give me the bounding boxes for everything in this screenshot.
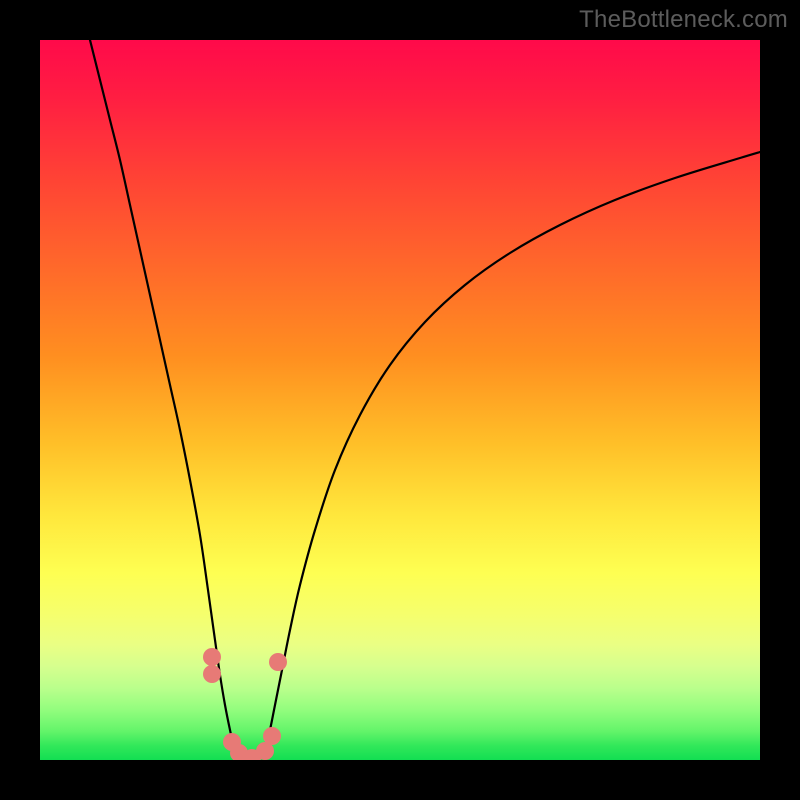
marker-dot <box>203 648 221 666</box>
outer-frame: TheBottleneck.com <box>0 0 800 800</box>
marker-dot <box>263 727 281 745</box>
curve-lines <box>90 40 760 760</box>
curve-left <box>90 40 235 752</box>
curve-right <box>265 152 760 752</box>
curve-svg <box>40 40 760 760</box>
plot-area <box>40 40 760 760</box>
watermark-text: TheBottleneck.com <box>579 6 788 34</box>
marker-dot <box>269 653 287 671</box>
marker-dot <box>203 665 221 683</box>
